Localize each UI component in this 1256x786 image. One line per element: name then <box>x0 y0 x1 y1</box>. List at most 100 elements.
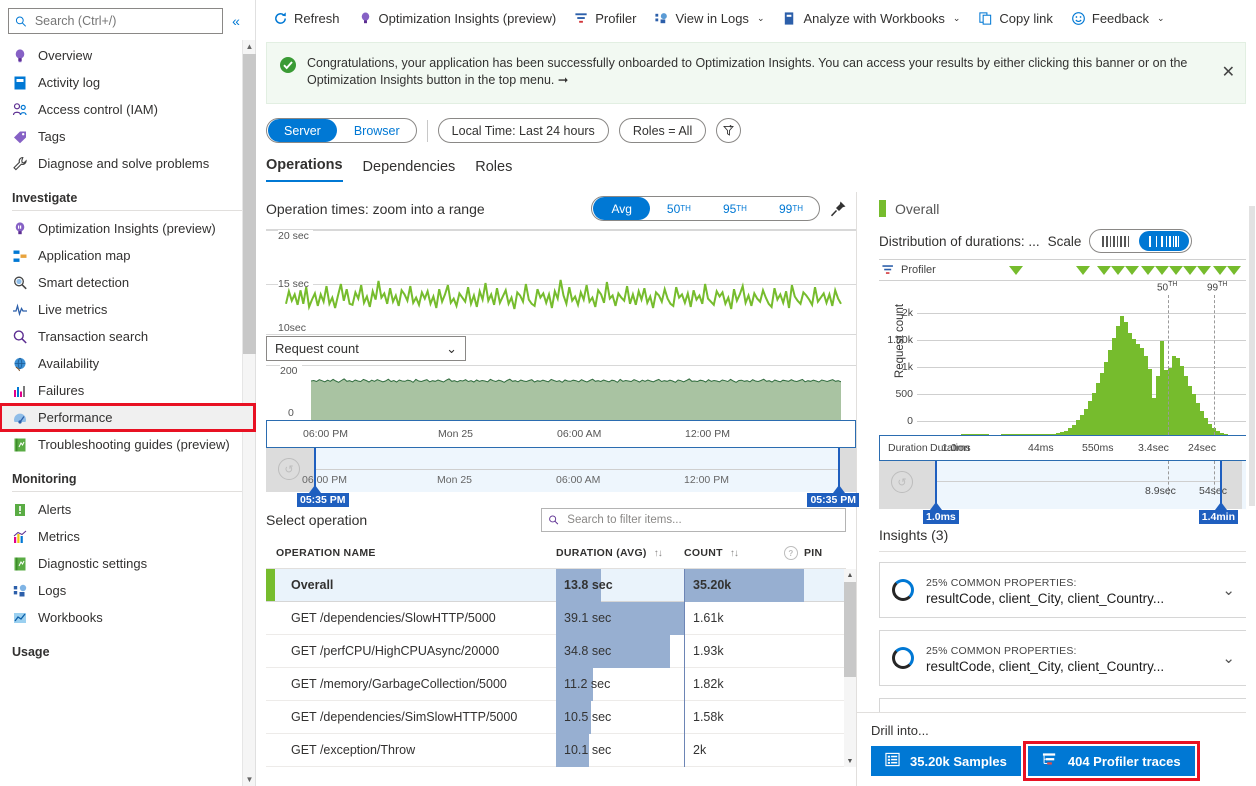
chevron-down-icon[interactable]: ⌄ <box>1222 649 1235 667</box>
sidebar-item-alerts[interactable]: Alerts <box>0 496 255 523</box>
tab-dependencies[interactable]: Dependencies <box>363 159 456 182</box>
pivot-option-browser[interactable]: Browser <box>338 119 416 142</box>
filter-items-input[interactable] <box>565 513 839 527</box>
search-input-wrapper[interactable] <box>8 8 223 34</box>
sidebar-item-workbooks[interactable]: Workbooks <box>0 604 255 631</box>
insight-card[interactable]: 25% COMMON PROPERTIES: resultCode, clien… <box>879 562 1248 618</box>
add-filter-button[interactable] <box>716 118 741 143</box>
table-row[interactable]: GET /perfCPU/HighCPUAsync/20000 34.8 sec… <box>266 635 846 668</box>
table-row[interactable]: GET /dependencies/SimSlowHTTP/5000 10.5 … <box>266 701 846 734</box>
reset-zoom-icon[interactable]: ↺ <box>891 471 913 493</box>
operation-times-chart[interactable]: 20 sec 15 sec 10sec <box>266 229 856 334</box>
scroll-up-arrow[interactable]: ▲ <box>844 569 856 581</box>
percentile-avg[interactable]: Avg <box>593 197 649 220</box>
profiler-marker[interactable] <box>1155 266 1169 275</box>
server-browser-toggle[interactable]: Server Browser <box>266 118 417 143</box>
sidebar-item-optimization-insights[interactable]: Optimization Insights (preview) <box>0 215 255 242</box>
details-scrollbar[interactable] <box>1246 182 1256 786</box>
sidebar-item-troubleshooting-guides[interactable]: Troubleshooting guides (preview) <box>0 431 255 458</box>
samples-button[interactable]: 35.20k Samples <box>871 746 1021 776</box>
duration-histogram[interactable]: Request count 2k 1.50k 1k 500 0 <box>879 295 1256 435</box>
dslider-thumb-low[interactable] <box>930 502 942 510</box>
table-row[interactable]: GET /memory/GarbageCollection/5000 11.2 … <box>266 668 846 701</box>
duration-range-slider[interactable]: ↺ 8.9sec 54sec 1.0ms 1.4min <box>879 461 1256 509</box>
sidebar-item-metrics[interactable]: Metrics <box>0 523 255 550</box>
profiler-button[interactable]: Profiler <box>565 7 645 30</box>
pin-icon[interactable] <box>828 199 848 219</box>
table-row[interactable]: GET /exception/Throw 10.1 sec 2k <box>266 734 846 767</box>
scroll-down-arrow[interactable]: ▼ <box>243 773 256 786</box>
optimization-insights-button[interactable]: Optimization Insights (preview) <box>349 7 566 30</box>
scroll-down-arrow[interactable]: ▼ <box>844 755 856 767</box>
scale-option-logarithmic[interactable] <box>1139 231 1189 251</box>
onboarding-banner[interactable]: Congratulations, your application has be… <box>266 42 1246 104</box>
close-icon[interactable]: ✕ <box>1222 65 1235 81</box>
time-range-slider[interactable]: ↺ 06:00 PM Mon 25 06:00 AM 12:00 PM 05:3… <box>266 448 856 492</box>
slider-thumb-end[interactable] <box>833 485 845 493</box>
refresh-button[interactable]: Refresh <box>264 7 349 30</box>
sidebar-item-failures[interactable]: Failures <box>0 377 255 404</box>
sidebar-item-diagnostic-settings[interactable]: Diagnostic settings <box>0 550 255 577</box>
profiler-markers-strip[interactable]: Profiler <box>879 259 1256 281</box>
profiler-marker[interactable] <box>1125 266 1139 275</box>
tab-operations[interactable]: Operations <box>266 157 343 182</box>
chevron-down-icon[interactable]: ⌄ <box>1222 581 1235 599</box>
insight-card[interactable]: 25% COMMON PROPERTIES: resultCode, clien… <box>879 630 1248 686</box>
scale-toggle[interactable] <box>1089 229 1192 253</box>
search-input[interactable] <box>33 13 216 29</box>
sidebar-item-application-map[interactable]: Application map <box>0 242 255 269</box>
profiler-marker[interactable] <box>1141 266 1155 275</box>
feedback-button[interactable]: Feedback ⌄ <box>1062 7 1174 30</box>
profiler-marker[interactable] <box>1197 266 1211 275</box>
sidebar-item-logs[interactable]: Logs <box>0 577 255 604</box>
tab-roles[interactable]: Roles <box>475 159 512 182</box>
sidebar-item-tags[interactable]: Tags <box>0 123 255 150</box>
percentile-99th[interactable]: 99TH <box>763 197 819 220</box>
roles-filter-chip[interactable]: Roles = All <box>619 118 706 143</box>
profiler-marker[interactable] <box>1169 266 1183 275</box>
profiler-traces-button[interactable]: 404 Profiler traces <box>1028 746 1195 776</box>
scrollbar-thumb[interactable] <box>1249 206 1255 506</box>
profiler-marker[interactable] <box>1183 266 1197 275</box>
percentile-50th[interactable]: 50TH <box>651 197 707 220</box>
copy-link-button[interactable]: Copy link <box>969 7 1061 30</box>
column-duration[interactable]: DURATION (AVG) <box>556 547 647 559</box>
dslider-thumb-high[interactable] <box>1215 502 1227 510</box>
analyze-with-workbooks-button[interactable]: Analyze with Workbooks ⌄ <box>773 7 969 30</box>
profiler-marker[interactable] <box>1227 266 1241 275</box>
sidebar-item-availability[interactable]: Availability <box>0 350 255 377</box>
profiler-marker[interactable] <box>1097 266 1111 275</box>
sidebar-item-access-control[interactable]: Access control (IAM) <box>0 96 255 123</box>
scroll-up-arrow[interactable]: ▲ <box>243 40 256 53</box>
reset-zoom-icon[interactable]: ↺ <box>278 458 300 480</box>
percentile-toggle[interactable]: Avg 50TH 95TH 99TH <box>591 196 820 221</box>
profiler-marker[interactable] <box>1111 266 1125 275</box>
view-in-logs-button[interactable]: View in Logs ⌄ <box>645 7 773 30</box>
column-operation-name[interactable]: OPERATION NAME <box>266 547 556 559</box>
scale-option-linear[interactable] <box>1092 231 1139 251</box>
metric-select[interactable]: Request count ⌄ <box>266 336 466 361</box>
table-scrollbar[interactable]: ▲ ▼ <box>844 569 856 767</box>
sidebar-item-activity-log[interactable]: Activity log <box>0 69 255 96</box>
table-row[interactable]: GET /dependencies/SlowHTTP/5000 39.1 sec… <box>266 602 846 635</box>
sort-icon[interactable]: ↑↓ <box>730 548 738 559</box>
profiler-marker[interactable] <box>1009 266 1023 275</box>
scrollbar-thumb[interactable] <box>844 582 856 677</box>
sidebar-item-overview[interactable]: Overview <box>0 42 255 69</box>
sort-icon[interactable]: ↑↓ <box>654 548 662 559</box>
sidebar-item-performance[interactable]: Performance <box>0 404 255 431</box>
percentile-95th[interactable]: 95TH <box>707 197 763 220</box>
pin-help-icon[interactable]: ? <box>784 546 798 560</box>
table-row[interactable]: Overall 13.8 sec 35.20k <box>266 569 846 602</box>
collapse-sidebar-button[interactable]: « <box>223 8 249 34</box>
sidebar-item-transaction-search[interactable]: Transaction search <box>0 323 255 350</box>
profiler-marker[interactable] <box>1213 266 1227 275</box>
scrollbar-thumb[interactable] <box>243 54 256 354</box>
pivot-option-server[interactable]: Server <box>268 119 337 142</box>
profiler-marker[interactable] <box>1076 266 1090 275</box>
filter-items-wrapper[interactable] <box>541 508 846 532</box>
sidebar-item-live-metrics[interactable]: Live metrics <box>0 296 255 323</box>
column-count[interactable]: COUNT <box>684 547 723 559</box>
time-range-chip[interactable]: Local Time: Last 24 hours <box>438 118 609 143</box>
request-count-chart[interactable]: 200 0 <box>266 365 856 420</box>
